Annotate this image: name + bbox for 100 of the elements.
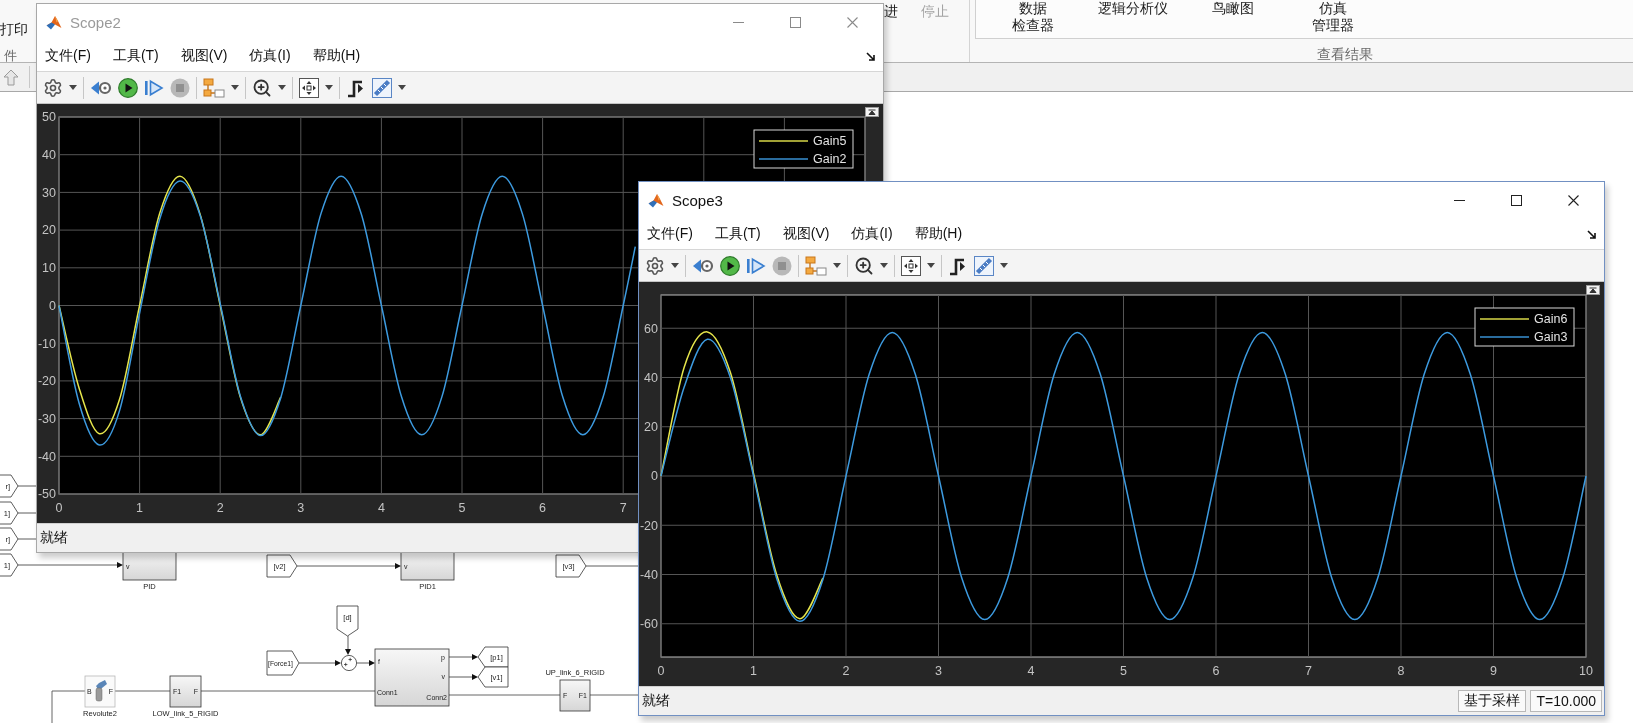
stop-icon[interactable] — [170, 77, 190, 98]
tick-label: 6 — [539, 501, 547, 515]
menu-item[interactable]: 工具(T) — [104, 44, 167, 68]
dock-arrow-icon[interactable] — [1587, 229, 1596, 239]
maximize-icon[interactable] — [1511, 195, 1522, 206]
tick-label: -10 — [37, 336, 56, 351]
block-diagram-icon[interactable] — [203, 77, 225, 98]
play-icon[interactable] — [720, 255, 740, 276]
menu-item[interactable]: 帮助(H) — [304, 44, 369, 68]
step-forward-icon[interactable] — [746, 255, 766, 276]
sum-block-icon — [341, 655, 357, 671]
undock-icon[interactable] — [1586, 285, 1600, 295]
tick-label: 40 — [42, 148, 56, 162]
tick-label: 40 — [644, 370, 658, 385]
step-forward-icon[interactable] — [144, 77, 164, 98]
expand-arrows-icon[interactable] — [299, 77, 319, 98]
caret-icon[interactable] — [671, 263, 679, 268]
menu-item[interactable]: 帮助(H) — [906, 222, 971, 246]
zoom-in-icon[interactable] — [252, 77, 272, 98]
toolstrip-button[interactable]: 逻辑分析仪 — [1083, 0, 1183, 17]
tick-label: 30 — [42, 185, 56, 200]
status-field: T=10.000 — [1530, 690, 1602, 712]
logo-icon — [46, 14, 62, 31]
tick-label: 4 — [377, 501, 385, 515]
menu-item[interactable]: 仿真(I) — [241, 44, 299, 68]
tick-label: 3 — [935, 664, 942, 678]
menu-item[interactable]: 视图(V) — [172, 44, 236, 68]
caret-icon[interactable] — [69, 85, 77, 90]
caret-icon[interactable] — [833, 263, 841, 268]
tick-label: 7 — [1305, 664, 1312, 678]
status-text: 就绪 — [642, 692, 670, 710]
tick-label: 10 — [1579, 664, 1593, 678]
legend-label: Gain2 — [813, 152, 847, 167]
tick-label: -40 — [639, 567, 658, 582]
tick-label: -20 — [37, 374, 56, 389]
toolstrip-button[interactable]: 鸟瞰图 — [1183, 0, 1283, 17]
block-body — [169, 675, 202, 708]
caret-icon[interactable] — [278, 85, 286, 90]
menu-item[interactable]: 文件(F) — [639, 222, 701, 246]
from-tag — [266, 650, 300, 676]
tick-label: 0 — [55, 501, 63, 515]
tick-label: -30 — [37, 411, 56, 426]
menu-item[interactable]: 文件(F) — [37, 44, 99, 68]
close-icon[interactable] — [1568, 195, 1579, 206]
tick-label: 10 — [42, 261, 56, 276]
toolstrip-button[interactable]: 数据 检查器 — [983, 0, 1083, 34]
stop-icon[interactable] — [772, 255, 792, 276]
tick-label: 20 — [42, 223, 56, 238]
ruler-icon[interactable] — [974, 255, 994, 276]
caret-icon[interactable] — [325, 85, 333, 90]
caret-icon[interactable] — [927, 263, 935, 268]
caret-icon[interactable] — [1000, 263, 1008, 268]
signal-line — [17, 538, 37, 540]
status-text: 就绪 — [40, 529, 68, 547]
tick-label: 60 — [644, 321, 658, 336]
tick-label: 20 — [644, 420, 658, 435]
dock-arrow-icon[interactable] — [866, 51, 875, 61]
window-title: Scope3 — [672, 192, 723, 209]
menu-item[interactable]: 工具(T) — [706, 222, 769, 246]
tick-label: 0 — [657, 664, 665, 678]
from-tag — [336, 605, 359, 637]
tick-label: -60 — [639, 617, 658, 632]
tick-label: 2 — [842, 664, 850, 678]
tick-label: 6 — [1212, 664, 1220, 678]
caret-icon[interactable] — [231, 85, 239, 90]
gear-icon[interactable] — [43, 77, 63, 98]
gear-icon[interactable] — [645, 255, 665, 276]
expand-arrows-icon[interactable] — [901, 255, 921, 276]
toolstrip-button[interactable]: 打印 — [0, 21, 28, 37]
tick-label: 3 — [297, 501, 305, 515]
caret-icon[interactable] — [880, 263, 888, 268]
signal-line — [17, 512, 37, 514]
tick-label: 1 — [750, 664, 757, 678]
joint-icon — [95, 680, 107, 702]
play-icon[interactable] — [118, 77, 138, 98]
tick-label: 5 — [1120, 664, 1127, 678]
tick-label: 4 — [1027, 664, 1035, 678]
status-field: 基于采样 — [1458, 690, 1527, 712]
undock-icon[interactable] — [865, 107, 879, 117]
block-body — [400, 550, 455, 581]
logo-icon — [648, 192, 664, 209]
block-diagram-icon[interactable] — [805, 255, 827, 276]
tick-label: 1 — [136, 501, 144, 515]
signal-line — [585, 565, 639, 567]
toolstrip-button[interactable]: 进 — [884, 3, 898, 19]
signal-arrow — [298, 660, 341, 666]
zoom-in-icon[interactable] — [854, 255, 874, 276]
legend-label: Gain3 — [1534, 330, 1568, 345]
connection-line — [114, 690, 171, 692]
signal-arrow — [448, 654, 478, 660]
menu-item[interactable]: 仿真(I) — [843, 222, 901, 246]
caret-icon[interactable] — [398, 85, 406, 90]
toolstrip-button[interactable]: 仿真 管理器 — [1283, 0, 1383, 34]
legend-label: Gain5 — [813, 134, 847, 149]
connection-line — [589, 694, 639, 696]
menu-item[interactable]: 视图(V) — [774, 222, 838, 246]
ruler-icon[interactable] — [372, 77, 392, 98]
signal-arrow — [356, 660, 375, 666]
block-body — [122, 550, 177, 581]
tick-label: -40 — [37, 449, 56, 464]
